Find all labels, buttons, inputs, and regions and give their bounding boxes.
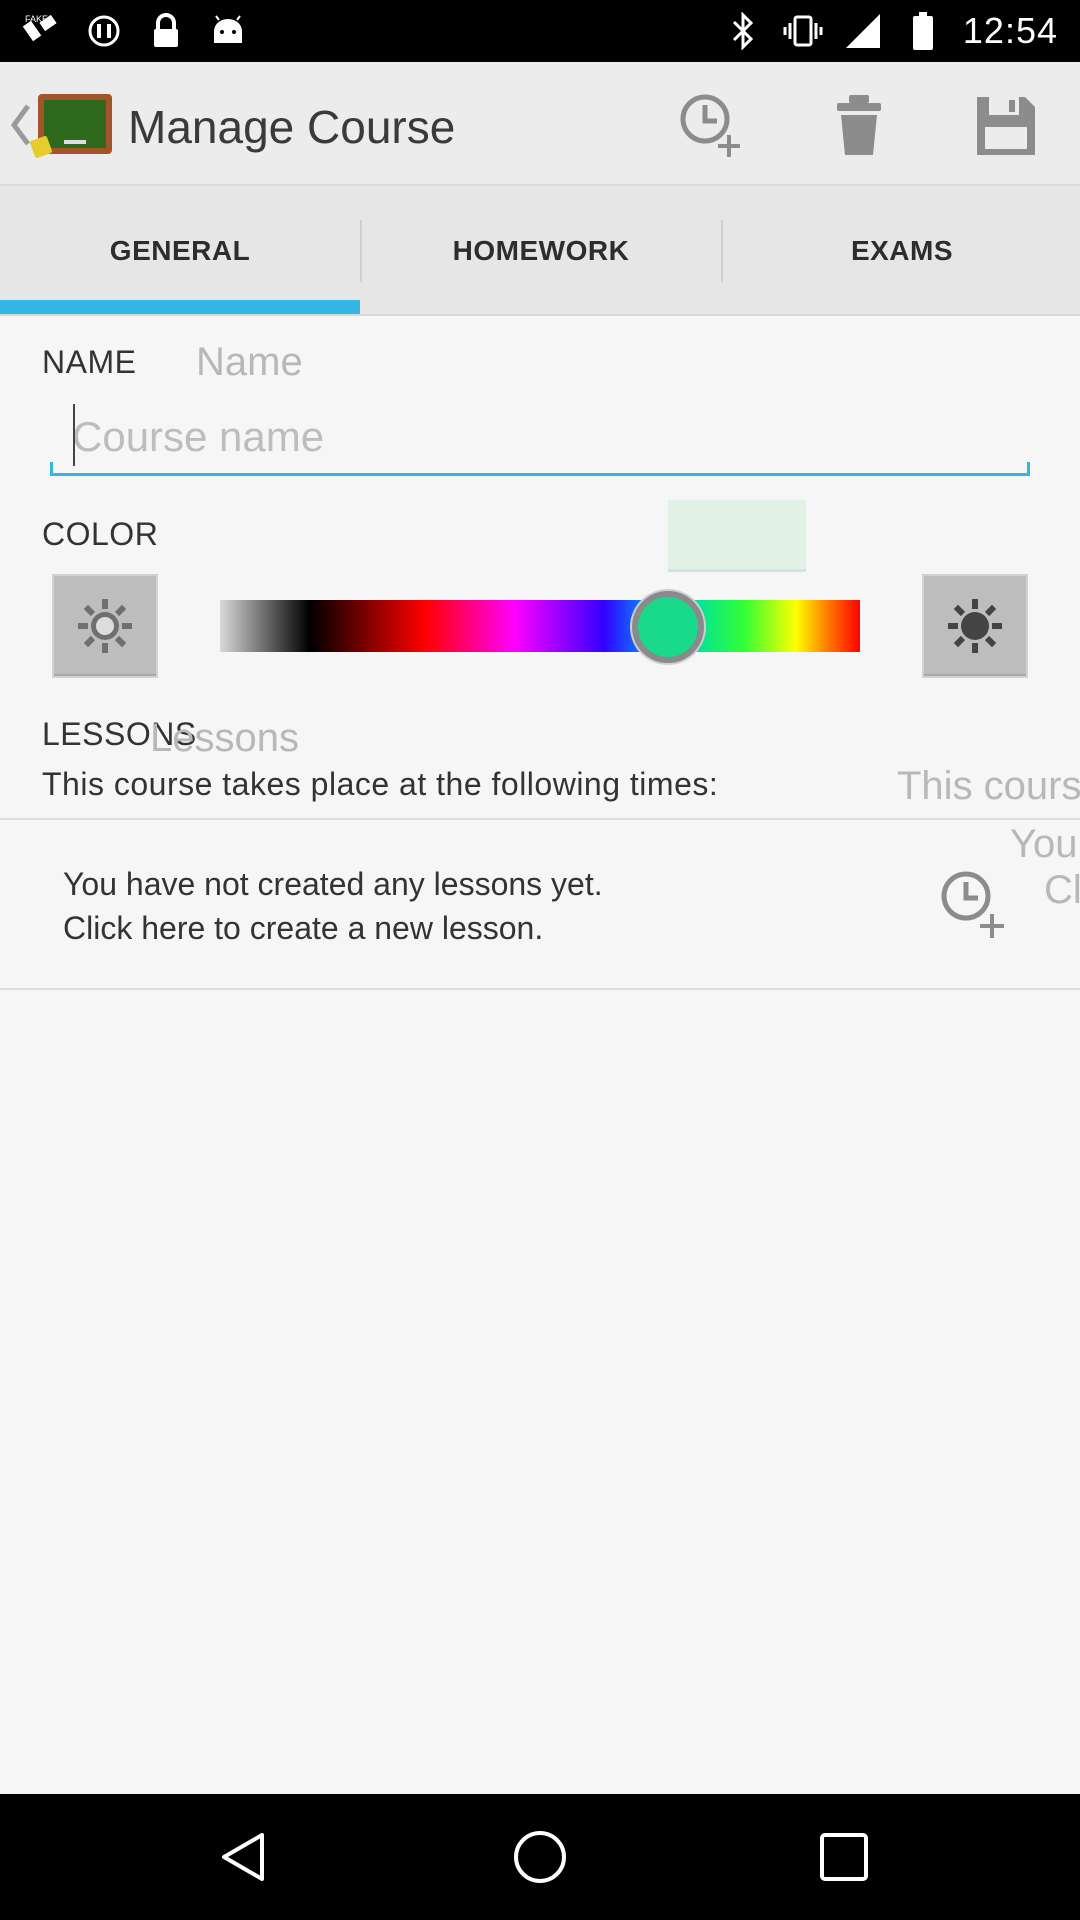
darker-shade-button[interactable] [52, 574, 158, 678]
color-slider-thumb[interactable] [632, 591, 704, 663]
save-icon[interactable] [970, 90, 1042, 162]
fake-gps-icon: FAKE [22, 11, 62, 51]
input-underline-corner [1027, 462, 1030, 476]
clock-time: 12:54 [962, 10, 1058, 51]
general-form [0, 316, 1080, 1794]
course-name-input[interactable] [50, 400, 1030, 476]
tab-selected-indicator [0, 300, 360, 314]
action-bar: Manage Course [0, 62, 1080, 186]
empty-ghost-line-1: You [1010, 822, 1078, 866]
empty-lessons-line-2: Click here to create a new lesson. [63, 910, 544, 946]
divider [0, 818, 1080, 820]
battery-icon [903, 11, 943, 51]
add-lesson-clock-icon[interactable] [938, 868, 1008, 940]
empty-lessons-line-1: You have not created any lessons yet. [63, 866, 603, 902]
android-icon [208, 11, 248, 51]
color-preview-swatch [668, 500, 806, 572]
tab-exams[interactable]: EXAMS [722, 186, 1080, 316]
empty-ghost-line-2: Clic [1044, 868, 1080, 912]
divider [0, 988, 1080, 990]
color-spectrum-slider[interactable] [220, 600, 860, 652]
svg-text:FAKE: FAKE [25, 14, 48, 24]
vibrate-icon [783, 11, 823, 51]
input-underline-corner [50, 462, 53, 476]
recents-icon[interactable] [812, 1825, 876, 1889]
lessons-ghost-text: Lessons [150, 716, 299, 760]
no-signal-circle-icon [84, 11, 124, 51]
app-title: Manage Course [128, 101, 456, 153]
text-cursor [73, 404, 75, 466]
tab-general[interactable]: GENERAL [0, 186, 360, 316]
lessons-description: This course takes place at the following… [42, 766, 719, 802]
signal-icon [843, 11, 883, 51]
color-label: COLOR [42, 516, 159, 552]
sun-icon [78, 599, 132, 653]
back-icon[interactable] [212, 1825, 276, 1889]
app-logo-icon[interactable] [30, 92, 114, 162]
sun-icon [948, 599, 1002, 653]
empty-lessons-message: You have not created any lessons yet. Cl… [63, 862, 603, 950]
lessons-description-ghost: This cours [897, 764, 1080, 808]
lighter-shade-button[interactable] [922, 574, 1028, 678]
add-lesson-time-icon[interactable] [676, 90, 748, 162]
tab-bar: GENERAL HOMEWORK EXAMS [0, 186, 1080, 316]
create-lesson-row[interactable]: You have not created any lessons yet. Cl… [0, 822, 1080, 988]
bluetooth-icon [723, 11, 763, 51]
navigation-bar [0, 1794, 1080, 1920]
lock-icon [146, 11, 186, 51]
tab-homework[interactable]: HOMEWORK [361, 186, 721, 316]
home-icon[interactable] [508, 1825, 572, 1889]
delete-icon[interactable] [823, 90, 895, 162]
status-bar: FAKE 12:54 [0, 0, 1080, 62]
name-label: NAME [42, 344, 137, 380]
name-ghost-text: Name [196, 340, 303, 384]
